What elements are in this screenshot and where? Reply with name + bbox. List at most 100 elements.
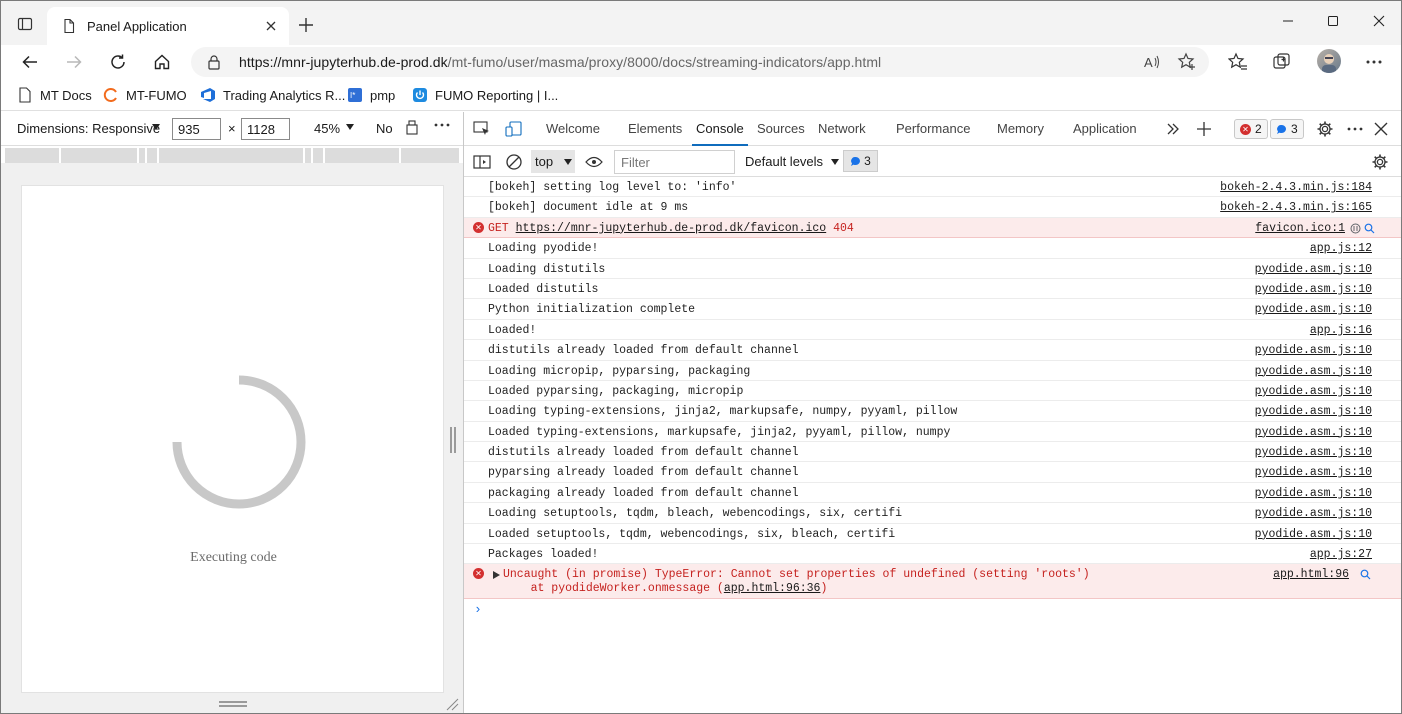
- source-link[interactable]: bokeh-2.4.3.min.js:184: [1220, 181, 1372, 194]
- source-link[interactable]: favicon.ico:1: [1255, 222, 1345, 235]
- forward-icon[interactable]: [62, 50, 86, 74]
- console-message: distutils already loaded from default ch…: [488, 446, 799, 460]
- tab-actions-icon[interactable]: [13, 12, 37, 36]
- source-link[interactable]: pyodide.asm.js:10: [1255, 385, 1372, 398]
- source-link[interactable]: pyodide.asm.js:10: [1255, 405, 1372, 418]
- favorite-label: MT Docs: [40, 87, 92, 103]
- source-link[interactable]: pyodide.asm.js:10: [1255, 263, 1372, 276]
- settings-gear-icon[interactable]: [1315, 120, 1335, 138]
- tab-welcome[interactable]: Welcome: [546, 112, 600, 146]
- message-count-badge[interactable]: 3: [1270, 119, 1304, 139]
- issues-badge[interactable]: 3: [843, 150, 878, 172]
- source-link[interactable]: app.js:27: [1310, 548, 1372, 561]
- maximize-icon[interactable]: [1310, 1, 1356, 41]
- sidebar-toggle-icon[interactable]: [472, 152, 492, 172]
- resize-corner-icon[interactable]: [445, 697, 459, 711]
- more-options-icon[interactable]: [1362, 50, 1386, 74]
- source-link[interactable]: pyodide.asm.js:10: [1255, 365, 1372, 378]
- close-devtools-icon[interactable]: [1371, 120, 1391, 138]
- source-link[interactable]: pyodide.asm.js:10: [1255, 487, 1372, 500]
- error-count-badge[interactable]: ✕ 2: [1234, 119, 1268, 139]
- source-link[interactable]: pyodide.asm.js:10: [1255, 303, 1372, 316]
- profile-avatar[interactable]: [1317, 49, 1341, 73]
- search-icon[interactable]: [1364, 223, 1375, 234]
- collections-icon[interactable]: [1270, 50, 1294, 74]
- console-settings-gear-icon[interactable]: [1370, 152, 1390, 172]
- read-aloud-icon[interactable]: A: [1141, 52, 1161, 72]
- context-label: top: [535, 154, 554, 169]
- source-link[interactable]: app.html:96: [1273, 568, 1349, 581]
- network-info-icon[interactable]: [1350, 223, 1361, 234]
- chevron-down-icon: [831, 159, 840, 165]
- browser-tab[interactable]: Panel Application: [47, 7, 289, 45]
- error-message: Uncaught (in promise) TypeError: Cannot …: [503, 568, 1090, 582]
- console-message: distutils already loaded from default ch…: [488, 344, 799, 358]
- console-filter-input[interactable]: [614, 150, 735, 174]
- refresh-icon[interactable]: [106, 50, 130, 74]
- more-options-icon[interactable]: [433, 118, 451, 132]
- source-link[interactable]: pyodide.asm.js:10: [1255, 528, 1372, 541]
- favorite-trading-analytics[interactable]: Trading Analytics R...: [200, 85, 345, 105]
- source-link[interactable]: app.js:16: [1310, 324, 1372, 337]
- tab-network[interactable]: Network: [818, 112, 866, 146]
- source-link[interactable]: bokeh-2.4.3.min.js:165: [1220, 201, 1372, 214]
- favorite-pmp[interactable]: I* pmp: [347, 85, 395, 105]
- tab-application[interactable]: Application: [1073, 112, 1137, 146]
- tab-sources[interactable]: Sources: [757, 112, 805, 146]
- home-icon[interactable]: [150, 50, 174, 74]
- source-link[interactable]: pyodide.asm.js:10: [1255, 344, 1372, 357]
- stack-trace-link[interactable]: app.html:96:36: [724, 582, 821, 595]
- clear-console-icon[interactable]: [504, 152, 524, 172]
- favorite-fumo-reporting[interactable]: FUMO Reporting | I...: [412, 85, 558, 105]
- tab-performance[interactable]: Performance: [896, 112, 970, 146]
- rotate-icon[interactable]: [405, 120, 419, 136]
- favorites-icon[interactable]: [1226, 50, 1250, 74]
- close-window-icon[interactable]: [1356, 1, 1401, 41]
- source-link[interactable]: pyodide.asm.js:10: [1255, 466, 1372, 479]
- height-input[interactable]: [241, 118, 290, 140]
- device-emulation-icon[interactable]: [504, 120, 524, 138]
- more-tabs-icon[interactable]: [1163, 120, 1183, 138]
- expand-triangle-icon[interactable]: [493, 571, 500, 580]
- page-preview: Executing code: [21, 185, 444, 693]
- new-tab-icon[interactable]: [296, 15, 316, 35]
- tab-elements[interactable]: Elements: [628, 112, 682, 146]
- console-output[interactable]: [bokeh] setting log level to: 'info' boke…: [464, 177, 1401, 713]
- context-selector[interactable]: top: [531, 150, 575, 173]
- throttle-dropdown[interactable]: No: [376, 121, 393, 136]
- dimensions-dropdown[interactable]: Dimensions: Responsive: [17, 121, 160, 136]
- resize-handle-bottom[interactable]: [219, 701, 247, 707]
- customize-icon[interactable]: [1345, 120, 1365, 138]
- console-row: Loaded distutils pyodide.asm.js:10: [464, 279, 1401, 300]
- tab-memory[interactable]: Memory: [997, 112, 1044, 146]
- source-link[interactable]: pyodide.asm.js:10: [1255, 446, 1372, 459]
- tab-console[interactable]: Console: [692, 112, 748, 146]
- favorite-mt-fumo[interactable]: MT-FUMO: [103, 85, 187, 105]
- width-input[interactable]: [172, 118, 221, 140]
- search-icon[interactable]: [1360, 569, 1371, 580]
- source-link[interactable]: pyodide.asm.js:10: [1255, 283, 1372, 296]
- add-tool-icon[interactable]: [1194, 120, 1214, 138]
- chevron-down-icon[interactable]: [151, 123, 161, 131]
- add-favorite-icon[interactable]: [1177, 52, 1197, 72]
- address-bar[interactable]: https://mnr-jupyterhub.de-prod.dk/mt-fum…: [191, 47, 1209, 77]
- favorite-label: FUMO Reporting | I...: [435, 87, 559, 103]
- error-url-link[interactable]: https://mnr-jupyterhub.de-prod.dk/favico…: [516, 222, 827, 235]
- resize-handle-right[interactable]: [450, 427, 456, 453]
- source-link[interactable]: pyodide.asm.js:10: [1255, 426, 1372, 439]
- live-expression-eye-icon[interactable]: [584, 152, 604, 172]
- source-link[interactable]: app.js:12: [1310, 242, 1372, 255]
- zoom-dropdown[interactable]: 45%: [314, 121, 340, 136]
- inspect-element-icon[interactable]: [472, 120, 492, 138]
- console-prompt[interactable]: ›: [474, 602, 482, 617]
- media-query-ruler[interactable]: [5, 148, 461, 163]
- log-levels-dropdown[interactable]: Default levels: [745, 154, 840, 169]
- minimize-icon[interactable]: [1265, 1, 1311, 41]
- close-tab-icon[interactable]: [263, 18, 279, 34]
- source-link[interactable]: pyodide.asm.js:10: [1255, 507, 1372, 520]
- chevron-down-icon[interactable]: [345, 123, 355, 131]
- favorite-mt-docs[interactable]: MT Docs: [17, 85, 92, 105]
- favorite-label: Trading Analytics R...: [223, 87, 346, 103]
- back-icon[interactable]: [18, 50, 42, 74]
- device-toolbar: Dimensions: Responsive × 45% No: [1, 112, 463, 146]
